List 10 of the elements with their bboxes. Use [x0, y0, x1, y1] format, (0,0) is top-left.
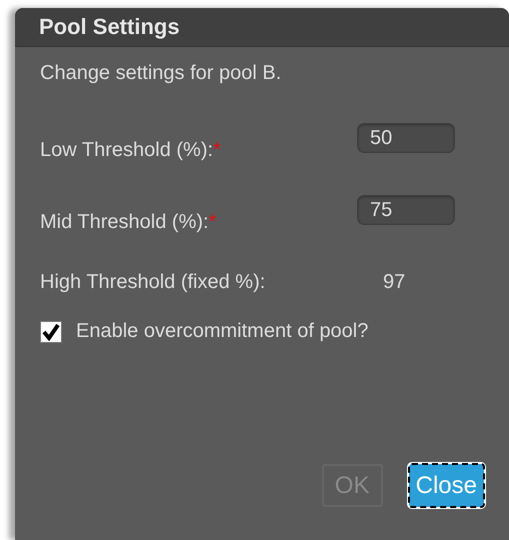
field-label: High Threshold (fixed %): — [40, 270, 266, 294]
threshold-input[interactable]: 50 — [357, 123, 455, 153]
threshold-input[interactable]: 75 — [357, 195, 455, 225]
checkbox[interactable] — [40, 320, 62, 342]
field-label: Mid Threshold (%):* — [40, 210, 218, 234]
checkbox-label: Enable overcommitment of pool? — [76, 320, 368, 343]
fixed-value: 97 — [382, 270, 406, 294]
description: Change settings for pool B. — [40, 63, 282, 84]
dialog-title: Pool Settings — [39, 14, 180, 40]
field-label: Low Threshold (%):* — [40, 138, 222, 162]
